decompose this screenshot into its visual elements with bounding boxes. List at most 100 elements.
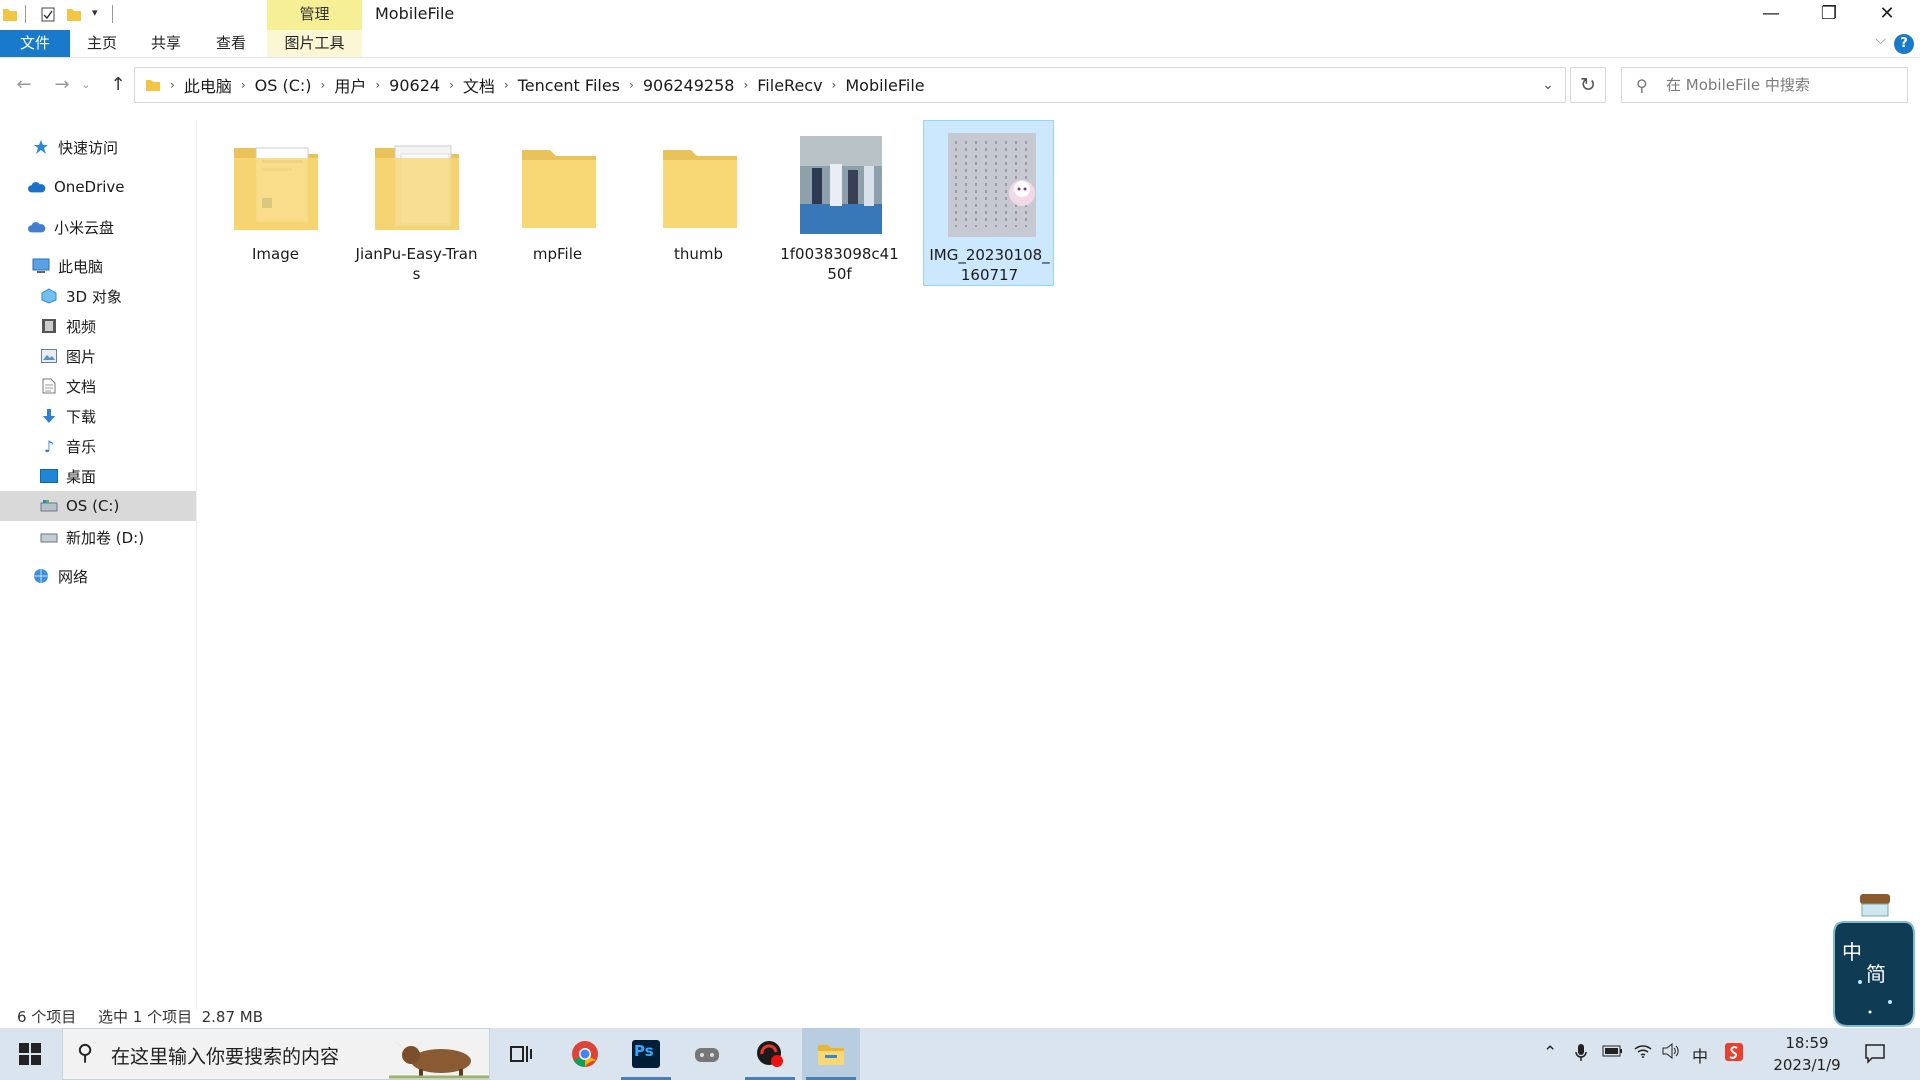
breadcrumb-tencent-files[interactable]: Tencent Files [512,76,626,95]
chevron-down-icon: ⌄ [81,78,91,91]
notification-center-button[interactable] [1864,1042,1886,1068]
search-icon: ⚲ [77,1041,94,1066]
chevron-down-icon: ⌄ [1542,77,1554,93]
chevron-right-icon[interactable]: › [740,78,751,92]
new-folder-icon[interactable] [66,6,82,23]
taskbar-app-game[interactable] [678,1028,736,1080]
taskbar: ⚲ 在这里输入你要搜索的内容 Ps ⌃ 中 18:59 2023/1/9 [0,1028,1920,1080]
recorder-icon [757,1041,783,1067]
cloud-icon [28,178,46,196]
file-item[interactable]: JianPu-Easy-Trans [351,120,482,286]
sidebar-item-pictures[interactable]: 图片 [0,341,196,371]
tab-home[interactable]: 主页 [70,30,134,57]
tab-view[interactable]: 查看 [198,30,264,57]
close-button[interactable]: ✕ [1858,0,1916,30]
sidebar-item-new-volume-d[interactable]: 新加卷 (D:) [0,522,196,552]
video-icon [40,317,58,335]
sidebar-item-os-c[interactable]: OS (C:) [0,491,196,521]
sidebar-item-videos[interactable]: 视频 [0,311,196,341]
system-clock[interactable]: 18:59 2023/1/9 [1752,1032,1862,1076]
sidebar-item-music[interactable]: ♪ 音乐 [0,431,196,461]
tab-manage[interactable]: 管理 [267,0,362,30]
ime-language: 中 [1842,940,1862,964]
breadcrumb-mobilefile[interactable]: MobileFile [839,76,930,95]
search-icon: ⚲ [1636,76,1648,95]
microphone-icon[interactable] [1574,1043,1588,1068]
ime-floating-widget[interactable]: 中 简 [1830,892,1918,1030]
forward-button[interactable]: → [48,72,76,98]
file-item[interactable]: thumb [633,120,764,286]
help-button[interactable]: ? [1894,34,1914,54]
sidebar-item-documents[interactable]: 文档 [0,371,196,401]
breadcrumb-user[interactable]: 90624 [383,76,446,95]
wifi-icon[interactable] [1634,1043,1652,1064]
file-item[interactable]: Image [210,120,341,286]
minimize-button[interactable]: — [1742,0,1800,30]
sidebar-item-desktop[interactable]: 桌面 [0,461,196,491]
chevron-up-icon[interactable]: ⌃ [1543,1043,1557,1063]
recent-locations-button[interactable]: ⌄ [78,72,94,98]
sidebar-item-label: OneDrive [54,178,125,196]
chevron-right-icon[interactable]: › [238,78,249,92]
address-bar[interactable]: › 此电脑 › OS (C:) › 用户 › 90624 › 文档 › Tenc… [134,67,1566,103]
file-item[interactable]: mpFile [492,120,623,286]
tab-share[interactable]: 共享 [134,30,198,57]
chevron-right-icon[interactable]: › [167,78,178,92]
taskbar-app-file-explorer[interactable] [802,1028,860,1080]
breadcrumb-this-pc[interactable]: 此电脑 [178,73,238,97]
file-item[interactable]: 1f00383098c4150f [774,120,905,286]
search-box[interactable]: ⚲ [1621,67,1908,103]
desktop-icon [40,467,58,485]
chevron-right-icon[interactable]: › [318,78,329,92]
ime-tray-indicator[interactable]: 中 [1692,1043,1708,1067]
sidebar-item-label: 文档 [66,377,97,396]
taskbar-app-recorder[interactable] [741,1028,799,1080]
taskbar-app-chrome[interactable] [556,1028,614,1080]
taskbar-search[interactable]: ⚲ 在这里输入你要搜索的内容 [62,1028,490,1080]
properties-icon[interactable] [40,6,56,23]
star-icon [32,138,50,156]
sidebar-item-quick-access[interactable]: 快速访问 [0,132,196,162]
chevron-right-icon[interactable]: › [829,78,840,92]
maximize-button[interactable]: ❐ [1800,0,1858,30]
up-button[interactable]: ↑ [104,72,132,98]
sidebar-item-3d-objects[interactable]: 3D 对象 [0,281,196,311]
folder-icon [375,145,459,230]
sidebar-item-onedrive[interactable]: OneDrive [0,172,196,202]
qat-dropdown-icon[interactable]: ▾ [92,6,98,19]
breadcrumb-documents[interactable]: 文档 [457,73,501,97]
file-item-selected[interactable]: IMG_20230108_160717 [923,120,1054,286]
chevron-down-icon[interactable]: ⌵ [1875,32,1886,48]
tab-file[interactable]: 文件 [0,30,70,57]
sidebar-item-this-pc[interactable]: 此电脑 [0,251,196,281]
search-input[interactable] [1666,74,1896,96]
battery-icon[interactable] [1602,1043,1624,1063]
file-name: mpFile [532,245,583,263]
restore-icon: ❐ [1820,3,1838,24]
breadcrumb-account[interactable]: 906249258 [637,76,741,95]
chevron-right-icon[interactable]: › [372,78,383,92]
tab-picture-tools[interactable]: 图片工具 [267,30,362,57]
start-button[interactable] [0,1028,60,1080]
sidebar-item-mi-cloud[interactable]: 小米云盘 [0,212,196,242]
back-button[interactable]: ← [10,72,38,98]
breadcrumb-filerecv[interactable]: FileRecv [751,76,828,95]
arrow-left-icon: ← [16,74,32,95]
photo-thumbnail [948,133,1036,237]
breadcrumb-os-c[interactable]: OS (C:) [249,76,318,95]
sogou-icon[interactable] [1725,1043,1743,1066]
sidebar-item-downloads[interactable]: 下载 [0,401,196,431]
computer-icon [32,257,50,275]
sidebar-item-network[interactable]: 网络 [0,561,196,591]
chevron-right-icon[interactable]: › [446,78,457,92]
taskbar-app-photoshop[interactable]: Ps [617,1028,675,1080]
refresh-button[interactable]: ↻ [1570,67,1606,103]
task-view-button[interactable] [492,1028,550,1080]
address-history-button[interactable]: ⌄ [1531,68,1565,102]
breadcrumb-users[interactable]: 用户 [328,73,372,97]
chevron-right-icon[interactable]: › [626,78,637,92]
chevron-right-icon[interactable]: › [501,78,512,92]
folder-icon[interactable] [2,6,18,23]
volume-icon[interactable] [1662,1042,1680,1064]
arrow-up-icon: ↑ [110,74,126,95]
